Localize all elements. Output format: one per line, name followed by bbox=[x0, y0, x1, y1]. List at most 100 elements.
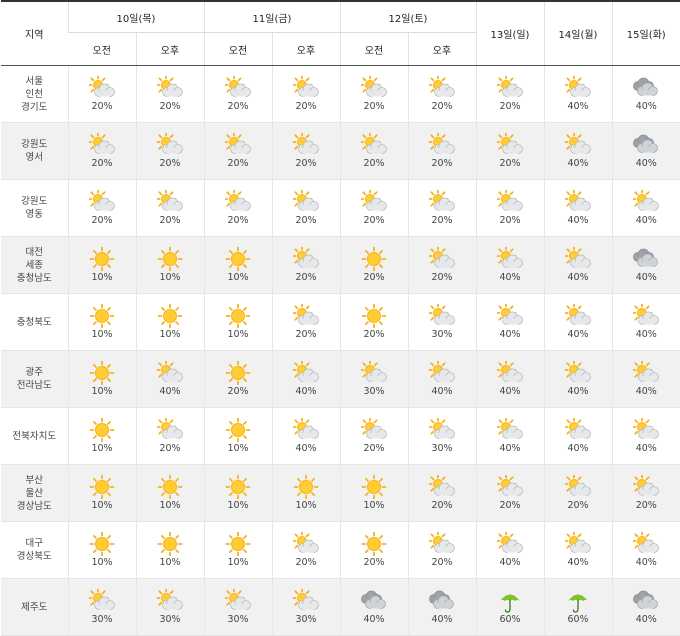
rain-probability: 40% bbox=[567, 329, 589, 340]
sun-cloud-icon bbox=[225, 133, 251, 157]
region-name: 부산 울산 경상남도 bbox=[1, 464, 68, 522]
rain-probability: 30% bbox=[363, 386, 385, 397]
region-name: 전북자치도 bbox=[1, 407, 68, 465]
sun-icon bbox=[157, 475, 183, 499]
sun-cloud-icon bbox=[157, 76, 183, 100]
rain-probability: 20% bbox=[227, 101, 249, 112]
sun-cloud-icon bbox=[497, 247, 523, 271]
rain-probability: 20% bbox=[363, 329, 385, 340]
forecast-cell: 40% bbox=[475, 521, 544, 579]
sun-cloud-icon bbox=[497, 190, 523, 214]
rain-probability: 20% bbox=[295, 557, 317, 568]
umbrella-icon bbox=[565, 589, 591, 613]
rain-probability: 10% bbox=[159, 329, 181, 340]
rain-probability: 30% bbox=[295, 614, 317, 625]
forecast-cell: 20% bbox=[475, 464, 544, 522]
sun-icon bbox=[361, 475, 387, 499]
rain-probability: 10% bbox=[159, 272, 181, 283]
region-name: 대전 세종 충청남도 bbox=[1, 236, 68, 294]
forecast-cell: 40% bbox=[475, 350, 544, 408]
sun-cloud-icon bbox=[497, 361, 523, 385]
cloud-icon bbox=[361, 589, 387, 613]
sun-cloud-icon bbox=[361, 133, 387, 157]
rain-probability: 20% bbox=[363, 158, 385, 169]
sun-cloud-icon bbox=[429, 133, 455, 157]
forecast-cell: 20% bbox=[543, 464, 612, 522]
forecast-cell: 30% bbox=[271, 578, 340, 636]
rain-probability: 20% bbox=[295, 158, 317, 169]
sun-icon bbox=[361, 247, 387, 271]
rain-probability: 40% bbox=[635, 101, 657, 112]
forecast-cell: 20% bbox=[203, 350, 272, 408]
forecast-cell: 40% bbox=[611, 179, 680, 237]
forecast-cell: 40% bbox=[611, 578, 680, 636]
cloud-icon bbox=[633, 133, 659, 157]
sun-cloud-icon bbox=[565, 304, 591, 328]
forecast-cell: 60% bbox=[543, 578, 612, 636]
table-row: 대전 세종 충청남도 10% 10% 10% 20% 20% 20% 40% 40% 4… bbox=[1, 236, 680, 294]
forecast-cell: 20% bbox=[67, 122, 136, 180]
rain-probability: 40% bbox=[635, 557, 657, 568]
rain-probability: 40% bbox=[635, 443, 657, 454]
rain-probability: 20% bbox=[91, 215, 113, 226]
rain-probability: 60% bbox=[567, 614, 589, 625]
sun-icon bbox=[157, 304, 183, 328]
rain-probability: 30% bbox=[159, 614, 181, 625]
rain-probability: 20% bbox=[431, 557, 453, 568]
forecast-cell: 40% bbox=[271, 407, 340, 465]
forecast-cell: 20% bbox=[203, 179, 272, 237]
forecast-cell: 20% bbox=[271, 521, 340, 579]
forecast-cell: 20% bbox=[271, 122, 340, 180]
forecast-cell: 10% bbox=[135, 293, 204, 351]
sun-cloud-icon bbox=[633, 190, 660, 214]
forecast-cell: 40% bbox=[407, 578, 476, 636]
region-name: 광주 전라남도 bbox=[1, 350, 68, 408]
rain-probability: 20% bbox=[499, 500, 521, 511]
sun-cloud-icon bbox=[497, 133, 523, 157]
day-header: 11일(금) bbox=[203, 0, 340, 33]
rain-probability: 10% bbox=[295, 500, 317, 511]
sun-cloud-icon bbox=[429, 76, 455, 100]
sun-cloud-icon bbox=[89, 589, 115, 613]
day-header: 10일(목) bbox=[67, 0, 204, 33]
rain-probability: 10% bbox=[227, 272, 249, 283]
forecast-cell: 40% bbox=[543, 293, 612, 351]
rain-probability: 10% bbox=[227, 443, 249, 454]
forecast-cell: 10% bbox=[339, 464, 408, 522]
forecast-cell: 10% bbox=[203, 521, 272, 579]
forecast-cell: 20% bbox=[67, 65, 136, 123]
forecast-cell: 40% bbox=[407, 350, 476, 408]
sun-cloud-icon bbox=[429, 304, 455, 328]
rain-probability: 20% bbox=[363, 101, 385, 112]
sun-cloud-icon bbox=[565, 133, 591, 157]
sun-cloud-icon bbox=[157, 190, 183, 214]
rain-probability: 40% bbox=[499, 443, 521, 454]
sun-cloud-icon bbox=[633, 361, 660, 385]
rain-probability: 10% bbox=[227, 500, 249, 511]
rain-probability: 40% bbox=[567, 386, 589, 397]
forecast-cell: 20% bbox=[135, 407, 204, 465]
forecast-cell: 40% bbox=[543, 65, 612, 123]
rain-probability: 40% bbox=[635, 158, 657, 169]
rain-probability: 20% bbox=[363, 215, 385, 226]
rain-probability: 20% bbox=[227, 215, 249, 226]
forecast-cell: 10% bbox=[67, 293, 136, 351]
pm-header: 오후 bbox=[271, 32, 340, 66]
rain-probability: 40% bbox=[499, 557, 521, 568]
rain-probability: 20% bbox=[431, 215, 453, 226]
sun-cloud-icon bbox=[89, 190, 115, 214]
sun-cloud-icon bbox=[497, 76, 523, 100]
forecast-cell: 30% bbox=[67, 578, 136, 636]
sun-cloud-icon bbox=[293, 304, 319, 328]
rain-probability: 20% bbox=[91, 101, 113, 112]
region-name: 제주도 bbox=[1, 578, 68, 636]
weekly-forecast-table: 지역 10일(목) 11일(금) 12일(토) 13일(일) 14일(월) 15… bbox=[1, 0, 680, 636]
forecast-cell: 40% bbox=[543, 350, 612, 408]
sun-cloud-icon bbox=[293, 589, 319, 613]
forecast-cell: 30% bbox=[407, 407, 476, 465]
sun-cloud-icon bbox=[497, 304, 523, 328]
rain-probability: 20% bbox=[159, 158, 181, 169]
rain-probability: 20% bbox=[227, 158, 249, 169]
sun-cloud-icon bbox=[225, 76, 251, 100]
sun-icon bbox=[89, 532, 115, 556]
